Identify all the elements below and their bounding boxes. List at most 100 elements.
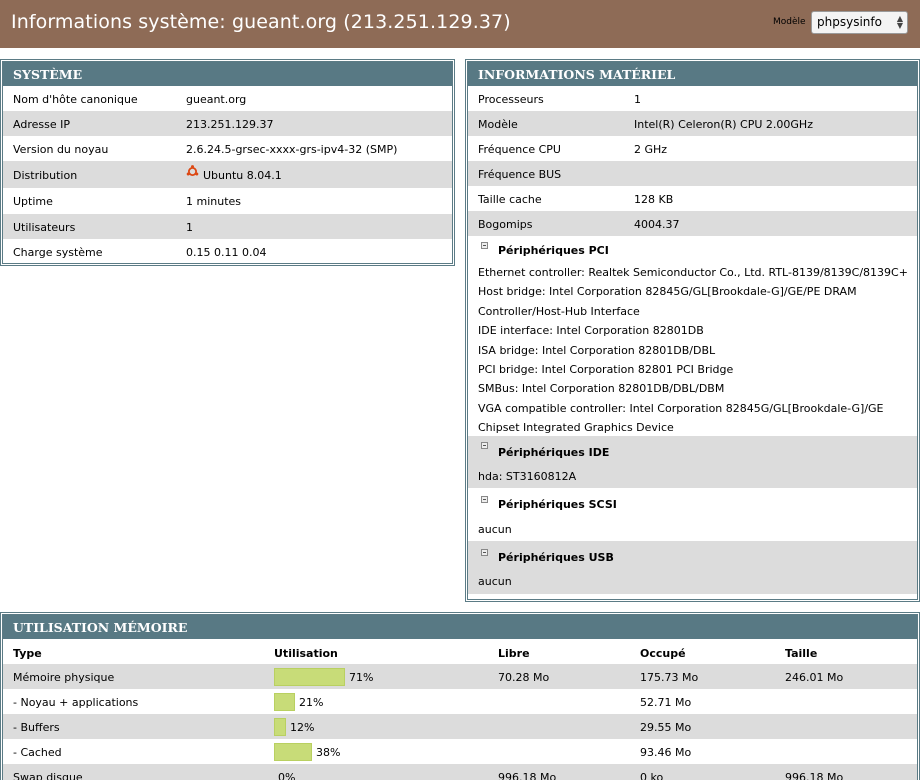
hardware-row-key: Fréquence BUS xyxy=(478,168,562,181)
collapse-icon[interactable] xyxy=(481,442,488,450)
system-row: Charge système 0.15 0.11 0.04 xyxy=(3,239,452,263)
usb-title-text: Périphériques USB xyxy=(498,551,614,565)
memory-used: 175.73 Mo xyxy=(640,671,699,684)
memory-type: - Noyau + applications xyxy=(13,696,139,709)
pci-device: SMBus: Intel Corporation 82801DB/DBL/DBM xyxy=(478,382,725,396)
usage-bar xyxy=(274,718,286,736)
usage-percent: 21% xyxy=(299,696,324,709)
system-row-key: Version du noyau xyxy=(13,143,109,156)
ide-device: hda: ST3160812A xyxy=(468,463,917,489)
template-select-value: phpsysinfo xyxy=(817,15,882,29)
memory-type: - Cached xyxy=(13,746,62,759)
usb-device: aucun xyxy=(468,569,917,595)
memory-panel: UTILISATION MÉMOIRE Type Utilisation Lib… xyxy=(0,612,920,780)
system-row: Utilisateurs 1 xyxy=(3,214,452,239)
usage-percent: 71% xyxy=(349,671,374,684)
memory-size: 246.01 Mo xyxy=(785,671,844,684)
usb-section-title[interactable]: Périphériques USB xyxy=(468,541,917,570)
system-row-value: Ubuntu 8.04.1 xyxy=(203,169,282,182)
hardware-row-value: Intel(R) Celeron(R) CPU 2.00GHz xyxy=(634,118,813,131)
memory-panel-title: UTILISATION MÉMOIRE xyxy=(3,615,917,639)
usage-bar xyxy=(274,668,345,686)
template-label: Modèle xyxy=(773,17,806,27)
usage-percent: 0% xyxy=(278,771,296,780)
column-header: Libre xyxy=(498,647,530,660)
hardware-row-key: Modèle xyxy=(478,118,518,131)
column-header: Occupé xyxy=(640,647,686,660)
usage-percent: 38% xyxy=(316,746,341,759)
system-row: Nom d'hôte canonique gueant.org xyxy=(3,86,452,111)
hardware-row-key: Bogomips xyxy=(478,218,533,231)
system-panel: SYSTÈME Nom d'hôte canonique gueant.org … xyxy=(0,59,455,266)
memory-row: Mémoire physique 71% 70.28 Mo 175.73 Mo 246.… xyxy=(3,664,917,689)
usage-bar xyxy=(274,743,312,761)
usage-percent: 12% xyxy=(290,721,315,734)
memory-row: Swap disque 0% 996.18 Mo 0 ko 996.18 Mo xyxy=(3,764,917,780)
hardware-panel: INFORMATIONS MATÉRIEL Processeurs 1 Modè… xyxy=(465,59,920,602)
collapse-icon[interactable] xyxy=(481,496,488,504)
memory-row: - Cached 38% 93.46 Mo xyxy=(3,739,917,764)
select-arrows-icon: ▲ ▼ xyxy=(896,14,903,30)
ubuntu-logo-icon xyxy=(186,165,199,178)
memory-used: 0 ko xyxy=(640,771,664,780)
memory-type: Mémoire physique xyxy=(13,671,115,684)
hardware-row: Modèle Intel(R) Celeron(R) CPU 2.00GHz xyxy=(468,111,917,136)
hardware-panel-title: INFORMATIONS MATÉRIEL xyxy=(468,62,917,86)
collapse-icon[interactable] xyxy=(481,242,488,249)
ide-section-title[interactable]: Périphériques IDE xyxy=(468,436,917,464)
system-row: Adresse IP 213.251.129.37 xyxy=(3,111,452,136)
memory-size: 996.18 Mo xyxy=(785,771,844,780)
system-row-value: 213.251.129.37 xyxy=(186,118,274,131)
hardware-row: Taille cache 128 KB xyxy=(468,186,917,211)
memory-type: Swap disque xyxy=(13,771,83,780)
usage-bar xyxy=(274,693,295,711)
column-header: Taille xyxy=(785,647,818,660)
hardware-row: Fréquence CPU 2 GHz xyxy=(468,136,917,161)
hardware-row-value: 4004.37 xyxy=(634,218,680,231)
memory-row: - Noyau + applications 21% 52.71 Mo xyxy=(3,689,917,714)
system-row: Distribution Ubuntu 8.04.1 xyxy=(3,161,452,188)
pci-device: Host bridge: Intel Corporation 82845G/GL… xyxy=(478,285,857,299)
template-select[interactable]: phpsysinfo ▲ ▼ xyxy=(811,11,908,34)
system-row-value: gueant.org xyxy=(186,93,247,106)
pci-device: IDE interface: Intel Corporation 82801DB xyxy=(478,324,704,338)
memory-used: 93.46 Mo xyxy=(640,746,692,759)
hardware-row: Fréquence BUS xyxy=(468,161,917,186)
system-row: Version du noyau 2.6.24.5-grsec-xxxx-grs… xyxy=(3,136,452,161)
scsi-device: aucun xyxy=(478,523,512,537)
collapse-icon[interactable] xyxy=(481,549,488,557)
system-row-value: 1 xyxy=(186,221,193,234)
system-row-key: Charge système xyxy=(13,246,103,259)
system-row-key: Adresse IP xyxy=(13,118,70,131)
hardware-row-key: Taille cache xyxy=(478,193,542,206)
hardware-row-key: Processeurs xyxy=(478,93,544,106)
system-row-value: 2.6.24.5-grsec-xxxx-grs-ipv4-32 (SMP) xyxy=(186,143,398,156)
column-header: Utilisation xyxy=(274,647,338,660)
system-row-value: 0.15 0.11 0.04 xyxy=(186,246,267,259)
hardware-row-value: 128 KB xyxy=(634,193,674,206)
page-header: Informations système: gueant.org (213.25… xyxy=(0,0,920,48)
pci-device: Ethernet controller: Realtek Semiconduct… xyxy=(478,266,908,279)
scsi-section-title[interactable]: Périphériques SCSI xyxy=(468,488,917,516)
system-row: Uptime 1 minutes xyxy=(3,188,452,214)
pci-section-title[interactable]: Périphériques PCI xyxy=(468,236,917,261)
system-row-key: Distribution xyxy=(13,169,78,182)
system-row-key: Nom d'hôte canonique xyxy=(13,93,138,106)
pci-device: Controller/Host-Hub Interface xyxy=(478,304,640,318)
hardware-row: Processeurs 1 xyxy=(468,86,917,111)
scsi-title-text: Périphériques SCSI xyxy=(498,498,617,512)
pci-device: Chipset Integrated Graphics Device xyxy=(478,421,674,435)
hardware-row-key: Fréquence CPU xyxy=(478,143,561,156)
memory-used: 52.71 Mo xyxy=(640,696,692,709)
pci-device: VGA compatible controller: Intel Corpora… xyxy=(478,401,884,415)
pci-device: PCI bridge: Intel Corporation 82801 PCI … xyxy=(478,362,734,376)
hardware-row-value: 1 xyxy=(634,93,641,106)
system-row-value: 1 minutes xyxy=(186,195,242,208)
ide-title-text: Périphériques IDE xyxy=(498,446,610,460)
page-title: Informations système: gueant.org (213.25… xyxy=(11,11,511,33)
system-row-key: Utilisateurs xyxy=(13,221,76,234)
pci-title-text: Périphériques PCI xyxy=(498,244,609,257)
memory-free: 996.18 Mo xyxy=(498,771,557,780)
memory-row: - Buffers 12% 29.55 Mo xyxy=(3,714,917,739)
column-header: Type xyxy=(13,647,42,660)
